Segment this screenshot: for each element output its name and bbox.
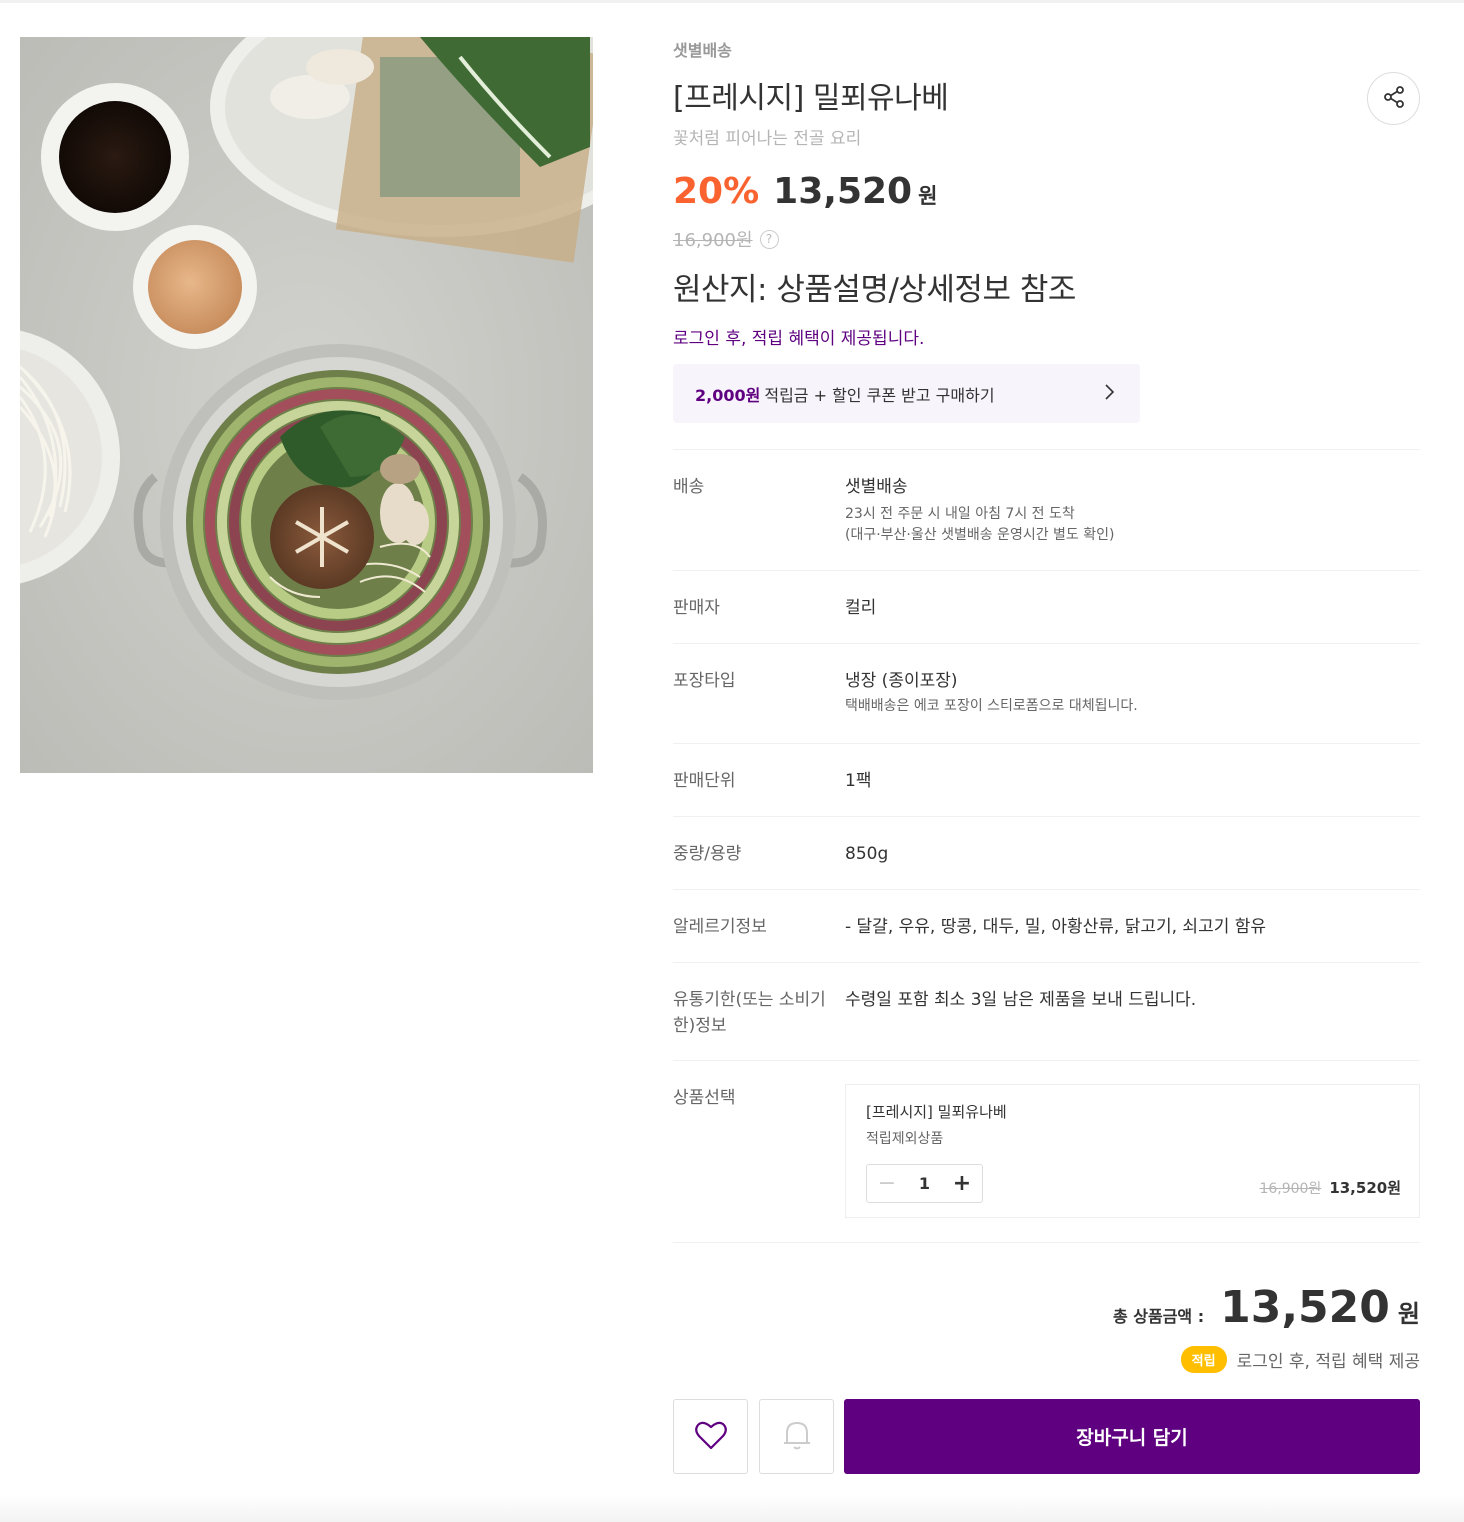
- quantity-value: 1: [918, 1174, 931, 1193]
- product-details: 배송 샛별배송 23시 전 주문 시 내일 아침 7시 전 도착 (대구·부산·…: [673, 449, 1420, 1243]
- bell-icon: [781, 1418, 813, 1456]
- question-icon[interactable]: ?: [759, 229, 779, 249]
- detail-label: 포장타입: [673, 671, 736, 691]
- detail-value: 1팩: [845, 771, 872, 791]
- product-image: [20, 37, 593, 773]
- option-box: [프레시지] 밀푀유나베 적립제외상품 − 1 + 16,900원 13,520…: [845, 1084, 1420, 1218]
- total-label: 총 상품금액 :: [1112, 1307, 1205, 1326]
- reward-badge: 적립: [1180, 1346, 1227, 1373]
- wishlist-button[interactable]: [673, 1399, 748, 1474]
- delivery-tag: 샛별배송: [673, 41, 732, 60]
- price-unit: 원: [918, 184, 938, 208]
- divider: [673, 1242, 1420, 1243]
- detail-row-unit: 판매단위 1팩: [673, 744, 1420, 817]
- detail-value: 850g: [845, 844, 889, 864]
- heart-icon: [694, 1419, 728, 1455]
- detail-row-seller: 판매자 컬리: [673, 571, 1420, 644]
- detail-value: 컬리: [845, 598, 877, 618]
- detail-main: 샛별배송: [845, 477, 908, 497]
- detail-label: 알레르기정보: [673, 917, 767, 937]
- detail-label: 배송: [673, 477, 705, 497]
- add-to-cart-button[interactable]: 장바구니 담기: [844, 1399, 1420, 1474]
- price-row: 20% 13,520 원: [673, 171, 937, 212]
- share-button[interactable]: [1367, 72, 1420, 125]
- detail-row-expiry: 유통기한(또는 소비기한)정보 수령일 포함 최소 3일 남은 제품을 보내 드…: [673, 963, 1420, 1061]
- total-unit: 원: [1397, 1300, 1420, 1328]
- coupon-button[interactable]: 2,000원 적립금 + 할인 쿠폰 받고 구매하기: [673, 364, 1140, 423]
- chevron-right-icon: [1102, 383, 1116, 405]
- detail-main: 냉장 (종이포장): [845, 671, 958, 691]
- sale-price: 13,520: [773, 171, 913, 212]
- original-price-row: 16,900원 ?: [673, 226, 779, 252]
- detail-label: 판매단위: [673, 771, 736, 791]
- quantity-stepper: − 1 +: [866, 1164, 983, 1203]
- detail-row-packaging: 포장타입 냉장 (종이포장) 택배배송은 에코 포장이 스티로폼으로 대체됩니다…: [673, 644, 1420, 744]
- detail-row-delivery: 배송 샛별배송 23시 전 주문 시 내일 아침 7시 전 도착 (대구·부산·…: [673, 450, 1420, 571]
- restock-alert-button[interactable]: [759, 1399, 834, 1474]
- detail-value: 수령일 포함 최소 3일 남은 제품을 보내 드립니다.: [845, 990, 1197, 1010]
- detail-label: 중량/용량: [673, 844, 742, 864]
- product-subtitle: 꽃처럼 피어나는 전골 요리: [673, 129, 862, 149]
- coupon-text: 적립금 + 할인 쿠폰 받고 구매하기: [764, 385, 995, 405]
- discount-rate: 20%: [673, 171, 760, 212]
- coupon-amount: 2,000원: [695, 385, 761, 405]
- detail-sub: 23시 전 주문 시 내일 아침 7시 전 도착: [845, 506, 1075, 522]
- reward-row: 적립 로그인 후, 적립 혜택 제공: [1180, 1346, 1420, 1373]
- detail-value: 샛별배송 23시 전 주문 시 내일 아침 7시 전 도착 (대구·부산·울산 …: [845, 474, 1114, 546]
- detail-row-allergy: 알레르기정보 - 달걀, 우유, 땅콩, 대두, 밀, 아황산류, 닭고기, 쇠…: [673, 890, 1420, 963]
- detail-value: 냉장 (종이포장) 택배배송은 에코 포장이 스티로폼으로 대체됩니다.: [845, 668, 1138, 717]
- detail-sub: 택배배송은 에코 포장이 스티로폼으로 대체됩니다.: [845, 698, 1138, 714]
- origin-info: 원산지: 상품설명/상세정보 참조: [673, 272, 1076, 308]
- option-price: 13,520원: [1329, 1179, 1401, 1197]
- product-title: [프레시지] 밀푀유나베: [673, 81, 949, 116]
- option-sub: 적립제외상품: [866, 1131, 944, 1147]
- detail-value: - 달걀, 우유, 땅콩, 대두, 밀, 아황산류, 닭고기, 쇠고기 함유: [845, 917, 1267, 937]
- option-original-price: 16,900원: [1259, 1180, 1322, 1197]
- reward-text: 로그인 후, 적립 혜택 제공: [1236, 1352, 1420, 1372]
- plus-icon[interactable]: +: [950, 1171, 974, 1196]
- original-price: 16,900원: [673, 230, 753, 251]
- option-label: 상품선택: [673, 1088, 736, 1108]
- total-price: 13,520: [1220, 1282, 1390, 1333]
- minus-icon[interactable]: −: [875, 1171, 899, 1196]
- total-price-row: 총 상품금액 : 13,520 원: [1113, 1282, 1420, 1333]
- detail-row-option: 상품선택 [프레시지] 밀푀유나베 적립제외상품 − 1 + 16,900원 1…: [673, 1061, 1420, 1243]
- top-divider: [0, 0, 1464, 3]
- detail-label: 판매자: [673, 598, 720, 618]
- option-name: [프레시지] 밀푀유나베: [866, 1103, 1007, 1121]
- detail-row-weight: 중량/용량 850g: [673, 817, 1420, 890]
- detail-label: 유통기한(또는 소비기한)정보: [673, 990, 826, 1036]
- login-benefit-note: 로그인 후, 적립 혜택이 제공됩니다.: [673, 329, 925, 349]
- option-prices: 16,900원 13,520원: [1259, 1177, 1401, 1198]
- detail-sub: (대구·부산·울산 샛별배송 운영시간 별도 확인): [845, 527, 1115, 543]
- bottom-shade: [0, 1494, 1464, 1522]
- share-icon: [1381, 84, 1407, 114]
